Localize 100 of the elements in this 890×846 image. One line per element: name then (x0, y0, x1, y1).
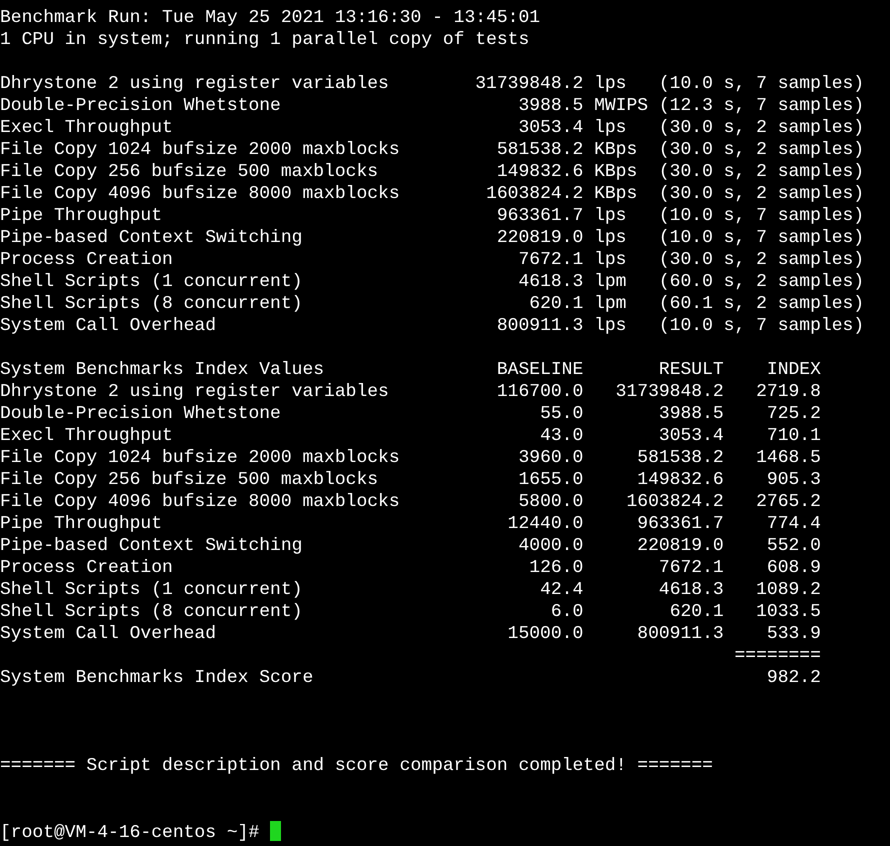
test-name: File Copy 1024 bufsize 2000 maxblocks (0, 139, 400, 161)
table-cell: 7672.1 (658, 557, 724, 579)
unit-label: KBps (594, 161, 638, 183)
score-value: 581538.2 (496, 139, 584, 161)
score-value: 3053.4 (518, 117, 584, 139)
header-text: 1 CPU in system; running 1 parallel copy of tests (0, 30, 530, 50)
table-cell: 774.4 (766, 513, 821, 535)
test-name: Process Creation (0, 557, 173, 579)
table-cell: 43.0 (540, 425, 584, 447)
cursor (270, 821, 282, 841)
test-name: Shell Scripts (8 concurrent) (0, 293, 302, 315)
table-cell: 1033.5 (756, 601, 821, 623)
column-header: BASELINE (496, 359, 584, 381)
score-value: 3988.5 (518, 95, 584, 117)
score-value: 149832.6 (496, 161, 584, 183)
score-value: 7672.1 (518, 249, 584, 271)
timing-info: (60.1 s, 2 samples) (658, 293, 864, 315)
test-name: Pipe Throughput (0, 513, 162, 535)
unit-label: lps (594, 205, 626, 227)
score-value: 1603824.2 (486, 183, 584, 205)
timing-info: (10.0 s, 7 samples) (658, 205, 864, 227)
timing-info: (12.3 s, 7 samples) (658, 95, 864, 117)
test-name: File Copy 256 bufsize 500 maxblocks (0, 161, 378, 183)
test-name: Pipe Throughput (0, 205, 162, 227)
table-cell: 2719.8 (756, 381, 821, 403)
timing-info: (30.0 s, 2 samples) (658, 117, 864, 139)
unit-label: KBps (594, 183, 638, 205)
timing-info: (30.0 s, 2 samples) (658, 139, 864, 161)
table-cell: 31739848.2 (616, 381, 724, 403)
test-name: Shell Scripts (1 concurrent) (0, 271, 302, 293)
unit-label: lps (594, 227, 626, 249)
test-name: System Call Overhead (0, 315, 216, 337)
unit-label: lpm (594, 271, 626, 293)
table-cell: 1603824.2 (626, 491, 724, 513)
table-cell: 126.0 (529, 557, 584, 579)
test-name: Shell Scripts (1 concurrent) (0, 579, 302, 601)
unit-label: lps (594, 315, 626, 337)
table-cell: 963361.7 (637, 513, 724, 535)
table-cell: 710.1 (766, 425, 821, 447)
timing-info: (10.0 s, 7 samples) (658, 315, 864, 337)
table-cell: 905.3 (766, 469, 821, 491)
table-cell: 220819.0 (637, 535, 724, 557)
test-name: Double-Precision Whetstone (0, 95, 281, 117)
timing-info: (10.0 s, 7 samples) (658, 73, 864, 95)
test-name: Process Creation (0, 249, 173, 271)
table-cell: 608.9 (766, 557, 821, 579)
score-value: 31739848.2 (475, 73, 584, 95)
test-name: Dhrystone 2 using register variables (0, 381, 389, 403)
score-value: 4618.3 (518, 271, 584, 293)
table-cell: 55.0 (540, 403, 584, 425)
table-cell: 3053.4 (658, 425, 724, 447)
table-cell: 1089.2 (756, 579, 821, 601)
column-header: RESULT (658, 359, 724, 381)
timing-info: (10.0 s, 7 samples) (658, 227, 864, 249)
test-name: Pipe-based Context Switching (0, 227, 302, 249)
timing-info: (30.0 s, 2 samples) (658, 183, 864, 205)
section-title: System Benchmarks Index Values (0, 359, 324, 381)
table-cell: 6.0 (550, 601, 584, 623)
test-name: Execl Throughput (0, 425, 173, 447)
table-cell: 533.9 (766, 623, 821, 645)
table-cell: 581538.2 (637, 447, 724, 469)
unit-label: lps (594, 249, 626, 271)
test-name: Shell Scripts (8 concurrent) (0, 601, 302, 623)
table-cell: 4618.3 (658, 579, 724, 601)
shell-prompt: [root@VM-4-16-centos ~]# (0, 823, 260, 843)
timing-info: (30.0 s, 2 samples) (658, 249, 864, 271)
unit-label: lps (594, 73, 626, 95)
score-value: 963361.7 (496, 205, 584, 227)
separator-text: ======== (734, 645, 821, 667)
header-text: Benchmark Run: Tue May 25 2021 13:16:30 - 13:45:01 (0, 8, 540, 28)
test-name: File Copy 4096 bufsize 8000 maxblocks (0, 491, 400, 513)
test-name: File Copy 4096 bufsize 8000 maxblocks (0, 183, 400, 205)
test-name: System Call Overhead (0, 623, 216, 645)
completion-message: ======= Script description and score comparison completed! ======= (0, 756, 713, 776)
table-cell: 5800.0 (518, 491, 584, 513)
score-value: 220819.0 (496, 227, 584, 249)
unit-label: lpm (594, 293, 626, 315)
test-name: File Copy 256 bufsize 500 maxblocks (0, 469, 378, 491)
table-cell: 42.4 (540, 579, 584, 601)
unit-label: lps (594, 117, 626, 139)
table-cell: 116700.0 (496, 381, 584, 403)
table-cell: 2765.2 (756, 491, 821, 513)
timing-info: (30.0 s, 2 samples) (658, 161, 864, 183)
table-cell: 552.0 (766, 535, 821, 557)
table-cell: 4000.0 (518, 535, 584, 557)
table-cell: 725.2 (766, 403, 821, 425)
test-name: Dhrystone 2 using register variables (0, 73, 389, 95)
table-cell: 12440.0 (508, 513, 584, 535)
table-cell: 800911.3 (637, 623, 724, 645)
score-label: System Benchmarks Index Score (0, 667, 314, 689)
test-name: Execl Throughput (0, 117, 173, 139)
score-value: 620.1 (529, 293, 584, 315)
table-cell: 620.1 (670, 601, 724, 623)
unit-label: MWIPS (594, 95, 648, 117)
unit-label: KBps (594, 139, 638, 161)
test-name: Pipe-based Context Switching (0, 535, 302, 557)
test-name: Double-Precision Whetstone (0, 403, 281, 425)
table-cell: 1655.0 (518, 469, 584, 491)
table-cell: 149832.6 (637, 469, 724, 491)
table-cell: 3988.5 (658, 403, 724, 425)
